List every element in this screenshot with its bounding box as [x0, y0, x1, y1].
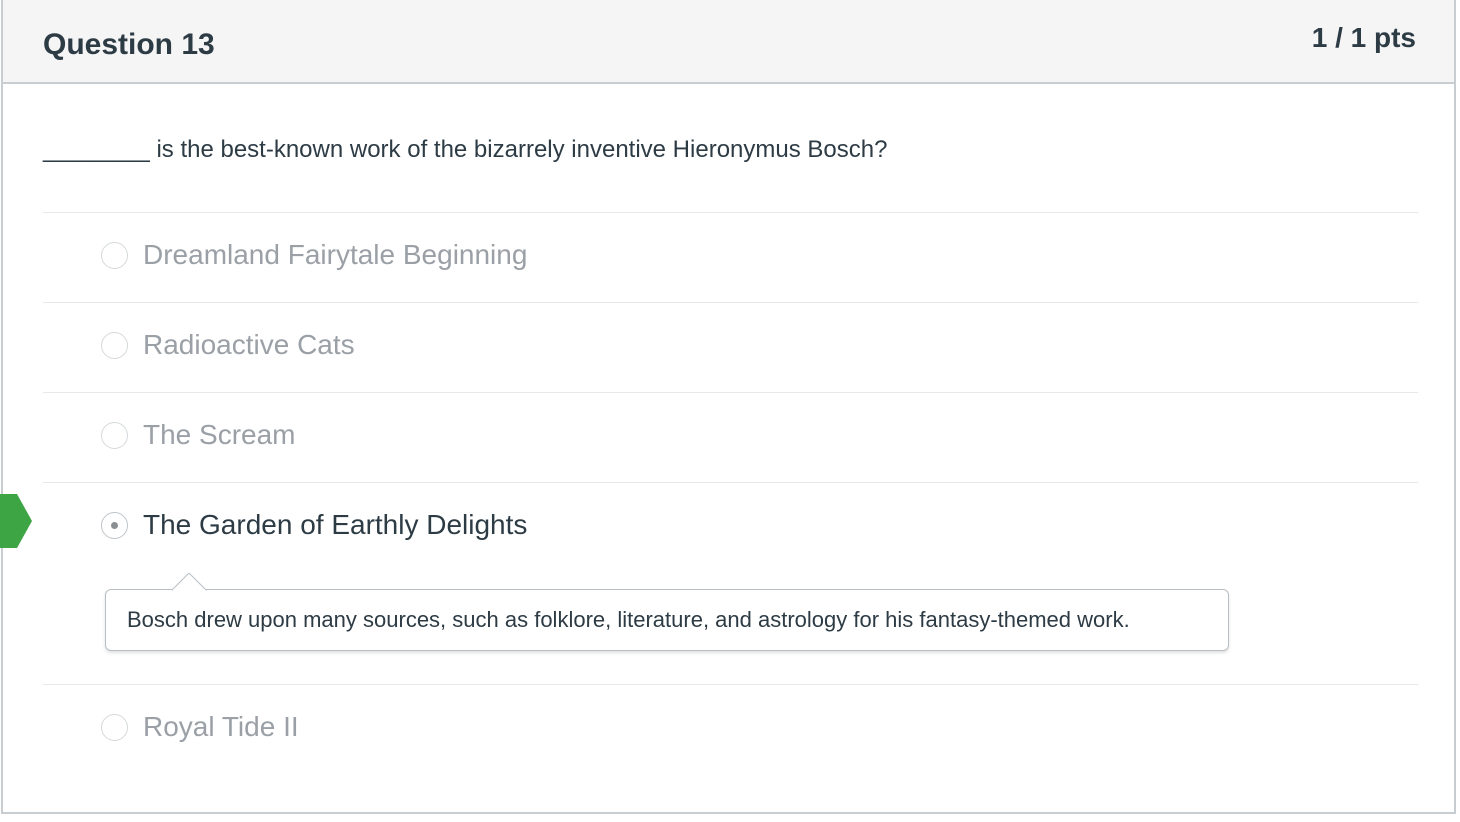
question-title: Question 13: [43, 28, 215, 61]
question-card: Question 13 1 / 1 pts ________ is the be…: [1, 0, 1456, 814]
answer-label: Radioactive Cats: [143, 329, 355, 360]
radio-icon[interactable]: [101, 714, 128, 741]
radio-icon[interactable]: [101, 422, 128, 449]
question-header: Question 13 1 / 1 pts: [3, 0, 1454, 84]
answer-option-4-selected[interactable]: The Garden of Earthly Delights: [43, 483, 1418, 572]
answer-label: Royal Tide II: [143, 711, 299, 742]
answer-label: The Scream: [143, 419, 296, 450]
radio-selected-icon[interactable]: [101, 512, 128, 539]
answer-option-5[interactable]: Royal Tide II: [43, 685, 1418, 774]
answer-label: Dreamland Fairytale Beginning: [143, 239, 528, 270]
radio-icon[interactable]: [101, 332, 128, 359]
answer-option-1[interactable]: Dreamland Fairytale Beginning: [43, 213, 1418, 302]
correct-answer-arrow-icon: [0, 494, 32, 548]
comment-pointer: [172, 573, 206, 591]
question-points: 1 / 1 pts: [1311, 22, 1416, 53]
answer-option-3[interactable]: The Scream: [43, 393, 1418, 482]
answer-option-2[interactable]: Radioactive Cats: [43, 303, 1418, 392]
question-text: ________ is the best-known work of the b…: [43, 136, 888, 163]
answer-comment: Bosch drew upon many sources, such as fo…: [105, 573, 1229, 651]
radio-icon[interactable]: [101, 242, 128, 269]
answer-label: The Garden of Earthly Delights: [143, 509, 528, 540]
comment-text: Bosch drew upon many sources, such as fo…: [127, 607, 1130, 632]
